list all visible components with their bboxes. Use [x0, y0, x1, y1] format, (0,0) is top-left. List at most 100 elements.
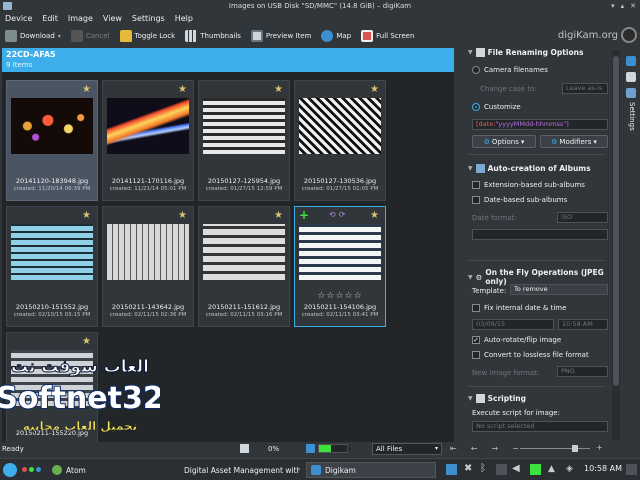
menu-settings[interactable]: Settings [131, 14, 166, 23]
albums-section-header[interactable]: ▼ Auto-creation of Albums [468, 164, 591, 173]
download-icon [5, 30, 17, 42]
tray-network-icon[interactable] [496, 464, 507, 475]
tray-tools-icon[interactable]: ✖ [464, 464, 475, 475]
scripting-section-header[interactable]: ▼ Scripting [468, 394, 526, 403]
menu-device[interactable]: Device [4, 14, 33, 23]
used-percent: 43% [336, 445, 352, 453]
camera-filenames-radio[interactable]: Camera filenames [472, 66, 548, 74]
created-date: created: 01/27/15 12:59 PM [205, 186, 283, 192]
settings-tab-icon[interactable] [626, 88, 636, 98]
full-screen-button[interactable]: Full Screen [359, 27, 416, 45]
next-item-icon[interactable]: → [491, 444, 498, 453]
scrollbar-thumb[interactable] [613, 56, 619, 386]
show-desktop-icon[interactable] [626, 464, 637, 475]
template-select[interactable]: To remove [510, 284, 608, 295]
tray-bluetooth-icon[interactable]: ᛒ [480, 464, 491, 475]
file-name: 20150211-154106.jpg [303, 303, 377, 311]
toggle-lock-button[interactable]: Toggle Lock [118, 27, 178, 45]
thumbnail-tile[interactable]: ★ 20150210-151552.jpg created: 02/10/15 … [6, 206, 98, 327]
map-button[interactable]: Map [319, 27, 353, 45]
menu-view[interactable]: View [102, 14, 123, 23]
extension-subalbums-checkbox[interactable]: Extension-based sub-albums [472, 181, 585, 189]
date-format-select[interactable]: ISO [557, 212, 608, 223]
maximize-icon[interactable]: ▴ [621, 2, 625, 10]
close-icon[interactable]: ✕ [630, 2, 636, 10]
rename-section-header[interactable]: ▼ File Renaming Options [468, 48, 583, 57]
album-name: 22CD-AFA5 [6, 50, 56, 59]
change-case-select[interactable]: Leave as-is [562, 83, 608, 94]
star-icon[interactable]: ★ [370, 84, 379, 95]
thumbnail-tile[interactable]: ★ 20150211-151612.jpg created: 02/11/15 … [198, 206, 290, 327]
tray-volume-icon[interactable]: ◀ [512, 464, 523, 475]
task-digikam[interactable]: Digikam [306, 462, 436, 478]
preview-item-button[interactable]: Preview Item [249, 27, 313, 45]
info-icon[interactable] [626, 56, 636, 66]
time-field[interactable]: 10:58 AM [558, 319, 608, 330]
file-filter-select[interactable]: All Files ▾ [372, 443, 442, 455]
thumbnail-tile[interactable]: ★ 20150127-130536.jpg created: 01/27/15 … [294, 80, 386, 201]
thumbnail-image [11, 224, 93, 280]
thumbnails-button[interactable]: Thumbnails [183, 27, 243, 45]
convert-lossless-checkbox[interactable]: Convert to lossless file format [472, 351, 589, 359]
menu-edit[interactable]: Edit [41, 14, 59, 23]
task-atom[interactable]: Atom [48, 462, 168, 478]
prev-item-icon[interactable]: ← [471, 444, 478, 453]
first-item-icon[interactable]: ⇤ [450, 444, 457, 453]
thumbnail-tile[interactable]: ★ 20150211-143642.jpg created: 02/11/15 … [102, 206, 194, 327]
auto-rotate-checkbox[interactable]: ✓ Auto-rotate/flip image [472, 336, 561, 344]
date-subalbums-checkbox[interactable]: Date-based sub-albums [472, 196, 567, 204]
cancel-button[interactable]: Cancel [69, 27, 112, 45]
menu-image[interactable]: Image [67, 14, 94, 23]
modifiers-button[interactable]: ⚙ Modifiers ▾ [540, 135, 608, 148]
date-field[interactable]: 03/09/15 [472, 319, 554, 330]
star-icon[interactable]: ★ [370, 210, 379, 221]
rotate-icons[interactable]: ⟲⟳ [329, 210, 348, 219]
thumbnail-tile[interactable]: ★ 20150127-125954.jpg created: 01/27/15 … [198, 80, 290, 201]
star-icon[interactable]: ★ [274, 84, 283, 95]
thumbnail-tile[interactable]: ★ 20141121-170116.jpg created: 11/21/14 … [102, 80, 194, 201]
album-icon [475, 164, 485, 173]
task-dam[interactable]: Digital Asset Management with [176, 462, 300, 478]
tab-settings[interactable]: Settings [628, 102, 636, 131]
customize-radio[interactable]: Customize [472, 103, 521, 111]
settings-panel: ▼ File Renaming Options Camera filenames… [462, 46, 612, 442]
tray-updates-icon[interactable]: ◈ [566, 464, 577, 475]
status-text: Ready [2, 445, 24, 453]
options-button[interactable]: ⚙ Options ▾ [472, 135, 536, 148]
file-name: 20150211-143642.jpg [111, 303, 185, 311]
date-format-custom-field[interactable] [472, 229, 608, 240]
settings-scrollbar[interactable] [612, 50, 620, 440]
select-plus-icon[interactable]: + [299, 208, 309, 222]
minimize-icon[interactable]: ▾ [611, 2, 615, 10]
map-tab-icon[interactable] [626, 72, 636, 82]
script-field[interactable]: No script selected [472, 421, 608, 432]
star-icon[interactable]: ★ [178, 84, 187, 95]
star-icon[interactable]: ★ [274, 210, 283, 221]
download-button[interactable]: Download ▾ [3, 27, 63, 45]
star-icon[interactable]: ★ [178, 210, 187, 221]
albums-header-label: Auto-creation of Albums [487, 164, 591, 173]
start-menu-icon[interactable] [3, 463, 17, 477]
tray-expand-icon[interactable]: ▲ [548, 464, 559, 475]
menu-help[interactable]: Help [174, 14, 194, 23]
zoom-handle[interactable] [572, 445, 579, 452]
thumbnail-tile[interactable]: + ⟲⟳ ★ ☆☆☆☆☆ 20150211-154106.jpg created… [294, 206, 386, 327]
gear-icon: ⚙ [475, 272, 483, 282]
thumbnail-tile[interactable]: ★ 20141120-183948.jpg created: 11/20/14 … [6, 80, 98, 201]
star-icon[interactable]: ★ [82, 336, 91, 347]
zoom-slider[interactable] [520, 445, 590, 452]
fix-date-checkbox[interactable]: Fix internal date & time [472, 304, 566, 312]
tray-battery-icon[interactable] [530, 464, 541, 475]
star-icon[interactable]: ★ [82, 210, 91, 221]
thumbnail-image [203, 98, 285, 154]
digikam-icon [311, 465, 321, 475]
zoom-out-icon[interactable]: − [512, 444, 519, 453]
star-icon[interactable]: ★ [82, 84, 91, 95]
zoom-in-icon[interactable]: + [596, 443, 603, 452]
new-format-select[interactable]: PNG [557, 366, 608, 377]
rating-stars[interactable]: ☆☆☆☆☆ [295, 291, 385, 301]
thumbnail-image [299, 98, 381, 154]
rename-pattern-field[interactable]: [date:"yyyyMMdd-hhmmss"] [472, 119, 608, 130]
tray-display-icon[interactable] [446, 464, 457, 475]
globe-icon [321, 30, 334, 42]
